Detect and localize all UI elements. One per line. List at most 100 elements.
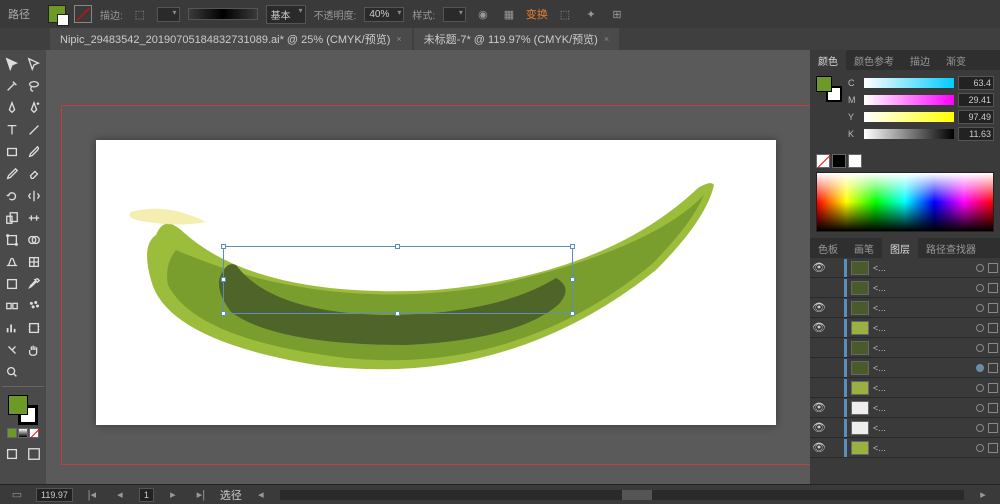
transform-icon-1[interactable]: ⬚	[556, 5, 574, 23]
channel-value[interactable]: 29.41	[958, 93, 994, 107]
visibility-icon[interactable]: 👁	[812, 321, 826, 335]
select-indicator[interactable]	[988, 383, 998, 393]
no-stroke-icon[interactable]	[74, 5, 92, 23]
select-indicator[interactable]	[988, 423, 998, 433]
type-tool[interactable]	[2, 120, 22, 140]
tab-color-guide[interactable]: 颜色参考	[846, 50, 902, 70]
visibility-icon[interactable]	[812, 341, 826, 355]
nav-last-icon[interactable]: ▸|	[192, 486, 210, 504]
handle-se[interactable]	[570, 311, 575, 316]
lasso-tool[interactable]	[24, 76, 44, 96]
paintbrush-tool[interactable]	[24, 142, 44, 162]
swatch-gradient[interactable]	[18, 428, 28, 438]
eraser-tool[interactable]	[24, 164, 44, 184]
visibility-icon[interactable]: 👁	[812, 441, 826, 455]
artboard-tool[interactable]	[24, 318, 44, 338]
artboard-nav-icon[interactable]: ▭	[8, 486, 26, 504]
tab-brushes[interactable]: 画笔	[846, 238, 882, 258]
target-icon[interactable]	[976, 404, 984, 412]
scale-tool[interactable]	[2, 208, 22, 228]
scroll-right-icon[interactable]: ▸	[974, 486, 992, 504]
blend-tool[interactable]	[2, 296, 22, 316]
close-icon[interactable]: ×	[396, 34, 401, 44]
recolor-icon[interactable]: ◉	[474, 5, 492, 23]
swatch-white[interactable]	[848, 154, 862, 168]
select-indicator[interactable]	[988, 303, 998, 313]
screen-mode-full[interactable]	[24, 444, 44, 464]
eyedropper-tool[interactable]	[24, 274, 44, 294]
select-indicator[interactable]	[988, 443, 998, 453]
nav-first-icon[interactable]: |◂	[83, 486, 101, 504]
tab-gradient[interactable]: 渐变	[938, 50, 974, 70]
screen-mode-normal[interactable]	[2, 444, 22, 464]
transform-link[interactable]: 变换	[526, 6, 548, 22]
page-field[interactable]: 1	[139, 488, 154, 502]
layer-row[interactable]: 👁<...	[810, 438, 1000, 458]
target-icon[interactable]	[976, 364, 984, 372]
mesh-tool[interactable]	[24, 252, 44, 272]
layer-row[interactable]: 👁<...	[810, 298, 1000, 318]
channel-slider[interactable]	[864, 112, 954, 122]
layer-row[interactable]: <...	[810, 378, 1000, 398]
handle-sw[interactable]	[221, 311, 226, 316]
panel-fill-stroke[interactable]	[816, 76, 842, 102]
slice-tool[interactable]	[2, 340, 22, 360]
channel-slider[interactable]	[864, 129, 954, 139]
target-icon[interactable]	[976, 444, 984, 452]
gradient-tool[interactable]	[2, 274, 22, 294]
layer-row[interactable]: <...	[810, 338, 1000, 358]
canvas[interactable]	[46, 50, 810, 494]
stroke-weight-dropdown[interactable]	[157, 7, 180, 22]
brush-preview[interactable]	[188, 8, 258, 20]
select-indicator[interactable]	[988, 323, 998, 333]
rectangle-tool[interactable]	[2, 142, 22, 162]
target-icon[interactable]	[976, 284, 984, 292]
select-indicator[interactable]	[988, 283, 998, 293]
target-icon[interactable]	[976, 324, 984, 332]
handle-e[interactable]	[570, 277, 575, 282]
symbol-sprayer-tool[interactable]	[24, 296, 44, 316]
selection-tool[interactable]	[2, 54, 22, 74]
tab-color[interactable]: 颜色	[810, 50, 846, 70]
select-indicator[interactable]	[988, 263, 998, 273]
nav-prev-icon[interactable]: ◂	[111, 486, 129, 504]
swatch-color[interactable]	[7, 428, 17, 438]
shape-builder-tool[interactable]	[24, 230, 44, 250]
handle-ne[interactable]	[570, 244, 575, 249]
tab-stroke[interactable]: 描边	[902, 50, 938, 70]
close-icon[interactable]: ×	[604, 34, 609, 44]
visibility-icon[interactable]	[812, 361, 826, 375]
swatch-none-panel[interactable]	[816, 154, 830, 168]
width-tool[interactable]	[24, 208, 44, 228]
column-graph-tool[interactable]	[2, 318, 22, 338]
document-tab-2[interactable]: 未标题-7* @ 119.97% (CMYK/预览) ×	[414, 28, 619, 50]
channel-value[interactable]: 97.49	[958, 110, 994, 124]
align-icon[interactable]: ▦	[500, 5, 518, 23]
select-indicator[interactable]	[988, 403, 998, 413]
fill-color-swatch[interactable]	[48, 5, 66, 23]
h-scrollbar[interactable]	[280, 490, 964, 500]
select-indicator[interactable]	[988, 363, 998, 373]
layer-row[interactable]: <...	[810, 358, 1000, 378]
transform-icon-3[interactable]: ⊞	[608, 5, 626, 23]
direct-selection-tool[interactable]	[24, 54, 44, 74]
target-icon[interactable]	[976, 344, 984, 352]
target-icon[interactable]	[976, 424, 984, 432]
line-tool[interactable]	[24, 120, 44, 140]
target-icon[interactable]	[976, 264, 984, 272]
reflect-tool[interactable]	[24, 186, 44, 206]
layer-row[interactable]: <...	[810, 278, 1000, 298]
tab-swatches[interactable]: 色板	[810, 238, 846, 258]
nav-next-icon[interactable]: ▸	[164, 486, 182, 504]
hand-tool[interactable]	[24, 340, 44, 360]
magic-wand-tool[interactable]	[2, 76, 22, 96]
channel-slider[interactable]	[864, 95, 954, 105]
visibility-icon[interactable]: 👁	[812, 301, 826, 315]
layer-row[interactable]: 👁<...	[810, 418, 1000, 438]
target-icon[interactable]	[976, 304, 984, 312]
tab-pathfinder[interactable]: 路径查找器	[918, 238, 984, 258]
target-icon[interactable]	[976, 384, 984, 392]
style-dropdown[interactable]	[443, 7, 466, 22]
layer-row[interactable]: 👁<...	[810, 318, 1000, 338]
zoom-tool[interactable]	[2, 362, 22, 382]
